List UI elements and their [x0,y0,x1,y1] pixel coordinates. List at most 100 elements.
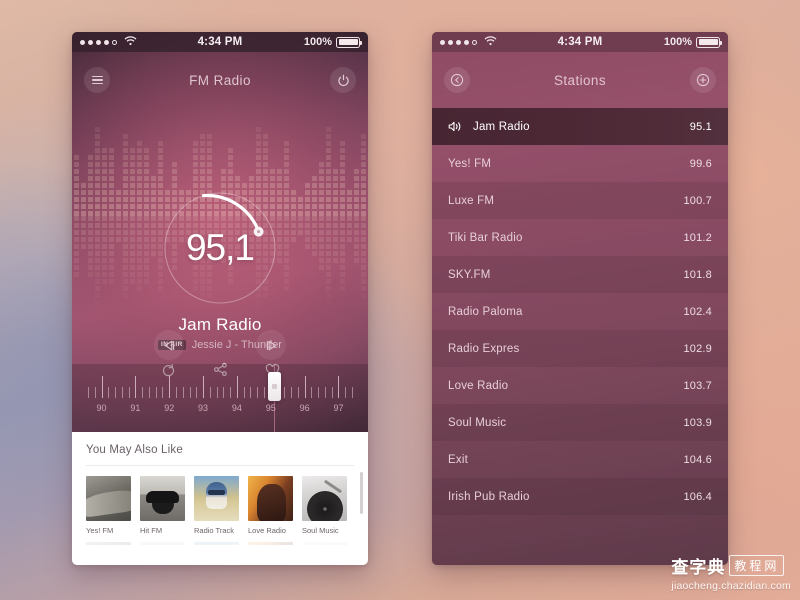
equalizer-bar [333,168,338,216]
player-screen: 4:34 PM 100% FM Radio 95,1 Jam Radio IN … [72,32,368,432]
equalizer-bar [312,175,317,216]
station-name-cell: Soul Music [448,416,507,429]
equalizer-bar [347,189,352,216]
frequency-dial[interactable]: 95,1 [162,190,278,306]
list-item[interactable]: Hit FM [140,476,185,535]
table-row[interactable]: Exit 104.6 [432,441,728,478]
hamburger-menu-icon[interactable] [84,67,110,93]
equalizer-bar [305,182,310,216]
list-item[interactable]: Yes! FM [86,476,131,535]
tick-major [236,376,238,398]
table-row[interactable]: Yes! FM 99.6 [432,145,728,182]
tick-minor [182,387,184,398]
table-row[interactable]: Soul Music 103.9 [432,404,728,441]
table-row[interactable]: Irish Pub Radio 106.4 [432,478,728,515]
power-icon[interactable] [330,67,356,93]
tick-minor [128,387,130,398]
list-item[interactable]: Radio Track [194,476,239,535]
equalizer-bar-mirror [291,215,296,242]
equalizer-bar-mirror [123,215,128,298]
tick-minor [121,387,123,398]
list-item[interactable]: Soul Music [302,476,347,535]
tick-major [135,376,137,398]
station-name-cell: SKY.FM [448,268,491,281]
equalizer-bar-mirror [347,215,352,242]
plus-circle-icon[interactable] [690,67,716,93]
station-artwork-partial [140,542,185,545]
tick-major [203,376,205,398]
player-navbar: FM Radio [72,52,368,108]
battery-full-icon [336,36,362,48]
watermark-boxed-label: 教程网 [729,555,785,576]
station-frequency-cell: 103.9 [683,416,712,429]
status-bar-right: 4:34 PM 100% [432,32,728,52]
station-frequency-cell: 101.8 [683,268,712,281]
equalizer-bar-mirror [354,215,359,263]
table-row[interactable]: Tiki Bar Radio 101.2 [432,219,728,256]
table-row[interactable]: Love Radio 103.7 [432,367,728,404]
tick-minor [189,387,191,398]
tick-minor [148,387,150,398]
tick-minor [115,387,117,398]
suggestion-list-next-row [86,542,354,545]
watermark-url: jiaocheng.chazidian.com [671,580,791,592]
station-list: Jam Radio 95.1 Yes! FM 99.6 Luxe FM 100.7 Tiki… [432,108,728,515]
station-name-cell: Tiki Bar Radio [448,231,523,244]
table-row[interactable]: Radio Paloma 102.4 [432,293,728,330]
watermark-brand: 查字典 [671,558,726,578]
table-row[interactable]: Radio Expres 102.9 [432,330,728,367]
tick-major [169,376,171,398]
equalizer-bar [88,154,93,216]
equalizer-bar [298,196,303,216]
table-row[interactable]: Jam Radio 95.1 [432,108,728,145]
page-title: Stations [554,72,606,88]
station-label: Soul Music [302,526,339,535]
you-may-also-like-section: You May Also Like Yes! FM Hit FM Radio Tra… [72,432,368,545]
equalizer-bar [123,133,128,216]
station-name-cell: Jam Radio [473,120,530,133]
tick-minor [94,387,96,398]
equalizer-bar-mirror [137,215,142,291]
station-frequency-cell: 102.9 [683,342,712,355]
tick-minor [243,387,245,398]
tick-minor [284,387,286,398]
tuner-tick-label: 91 [130,403,141,413]
status-bar-left: 4:34 PM 100% [72,32,368,52]
divider [86,465,354,466]
station-artwork-partial [194,542,239,545]
equalizer-bar [326,126,331,216]
tick-minor [318,387,320,398]
list-item[interactable]: Love Radio [248,476,293,535]
equalizer-bar-mirror [74,215,79,277]
tuner-tick-label: 96 [299,403,310,413]
equalizer-bar-mirror [116,215,121,242]
tick-minor [216,387,218,398]
next-track-icon[interactable] [256,330,286,360]
station-name-cell: Irish Pub Radio [448,490,530,503]
equalizer-bar-mirror [298,215,303,235]
tuner-handle-icon[interactable] [267,372,281,401]
station-name-cell: Exit [448,453,468,466]
section-title: You May Also Like [86,444,183,456]
equalizer-bar-mirror [151,215,156,256]
vertical-scrollbar[interactable] [360,472,363,514]
frequency-tuner[interactable]: 90 91 92 93 94 95 96 97 [72,364,368,432]
table-row[interactable]: Luxe FM 100.7 [432,182,728,219]
back-circle-icon[interactable] [444,67,470,93]
equalizer-bar [102,147,107,216]
station-frequency-cell: 104.6 [683,453,712,466]
station-frequency-cell: 106.4 [683,490,712,503]
prev-track-icon[interactable] [154,330,184,360]
watermark: 查字典 教程网 jiaocheng.chazidian.com [671,553,791,592]
station-artwork [194,476,239,521]
table-row[interactable]: SKY.FM 101.8 [432,256,728,293]
tick-minor [250,387,252,398]
phone-stations: 4:34 PM 100% Stations Jam Radio 95.1 Yes! … [432,32,728,565]
equalizer-bar [284,140,289,216]
station-label: Hit FM [140,526,163,535]
tuner-tick-label: 92 [164,403,175,413]
station-frequency-cell: 102.4 [683,305,712,318]
station-artwork [248,476,293,521]
tuner-tick-label: 93 [198,403,209,413]
equalizer-bar [340,140,345,216]
